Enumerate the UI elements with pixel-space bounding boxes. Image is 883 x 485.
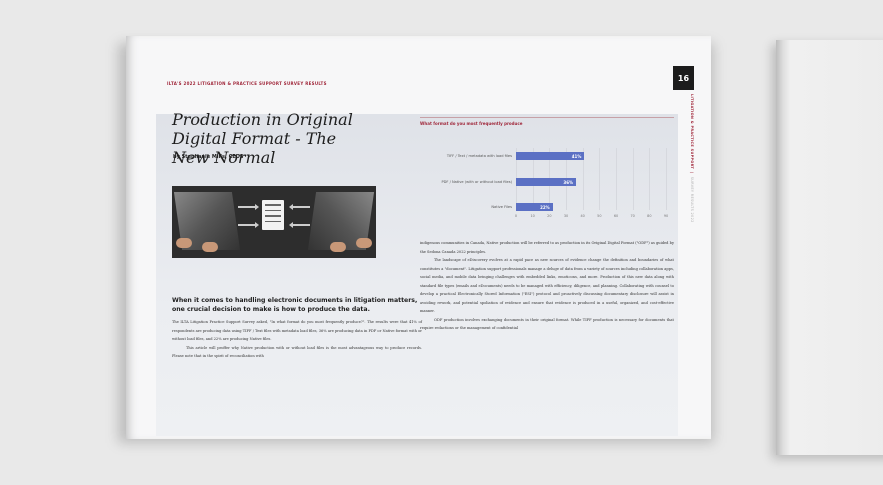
x-tick-label: 80 bbox=[647, 214, 652, 218]
hand-image bbox=[176, 238, 192, 248]
body-paragraph: indigenous communities in Canada, Native… bbox=[420, 241, 674, 254]
x-tick-label: 90 bbox=[663, 214, 669, 218]
second-book bbox=[776, 40, 883, 455]
article-byline: by Stephanie Mills, CEDS bbox=[173, 154, 244, 160]
category-label: PDF / Native (with or without load files… bbox=[441, 180, 513, 184]
body-column-right: indigenous communities in Canada, Native… bbox=[420, 239, 674, 333]
page-number: 16 bbox=[673, 66, 694, 90]
arrow-left-icon bbox=[289, 222, 310, 228]
hero-image bbox=[172, 186, 376, 258]
bar-value-label: 41% bbox=[571, 153, 582, 159]
hand-image bbox=[202, 242, 218, 252]
hand-image bbox=[356, 238, 372, 248]
hand-image bbox=[330, 242, 346, 252]
body-paragraph: The landscape of eDiscovery evolves at a… bbox=[420, 258, 674, 313]
arrow-right-icon bbox=[238, 222, 259, 228]
body-paragraph: ODF production involves exchanging docum… bbox=[420, 317, 674, 331]
category-label: TIFF / Text / metadata with load files bbox=[446, 154, 512, 158]
body-column-left: The ILTA Litigation Practice Support Sur… bbox=[172, 318, 422, 361]
x-tick-label: 40 bbox=[580, 214, 585, 218]
x-tick-label: 0 bbox=[514, 214, 518, 218]
x-tick-label: 70 bbox=[630, 214, 635, 218]
x-tick-label: 60 bbox=[613, 214, 619, 218]
side-running-title: LITIGATION & PRACTICE SUPPORT | SURVEY R… bbox=[690, 94, 694, 223]
article-subhead: When it comes to handling electronic doc… bbox=[172, 297, 418, 313]
x-tick-label: 10 bbox=[530, 214, 535, 218]
x-tick-label: 20 bbox=[547, 214, 552, 218]
chart-rule bbox=[420, 117, 674, 118]
x-tick-label: 50 bbox=[597, 214, 602, 218]
running-header: ILTA'S 2022 LITIGATION & PRACTICE SUPPOR… bbox=[167, 81, 327, 86]
side-label-sub: SURVEY RESULTS 2022 bbox=[690, 176, 694, 223]
bar-value-label: 22% bbox=[540, 204, 550, 210]
body-paragraph: The ILTA Litigation Practice Support Sur… bbox=[172, 320, 422, 341]
magazine-page: ILTA'S 2022 LITIGATION & PRACTICE SUPPOR… bbox=[126, 36, 711, 439]
bar: 41% bbox=[516, 152, 585, 160]
arrow-right-icon bbox=[238, 204, 259, 210]
bar-value-label: 36% bbox=[563, 179, 573, 185]
document-icon bbox=[262, 200, 284, 230]
bar: 36% bbox=[516, 178, 576, 186]
bar-chart: 0 10 20 30 40 50 60 70 80 90 TIFF / Text / metadat… bbox=[420, 126, 674, 226]
x-tick-label: 30 bbox=[563, 214, 569, 218]
side-label-main: LITIGATION & PRACTICE SUPPORT bbox=[690, 94, 694, 170]
bar: 22% bbox=[516, 203, 553, 211]
arrow-left-icon bbox=[289, 204, 310, 210]
body-paragraph: This article will proffer why Native pro… bbox=[172, 345, 422, 359]
category-label: Native Files bbox=[491, 205, 512, 209]
